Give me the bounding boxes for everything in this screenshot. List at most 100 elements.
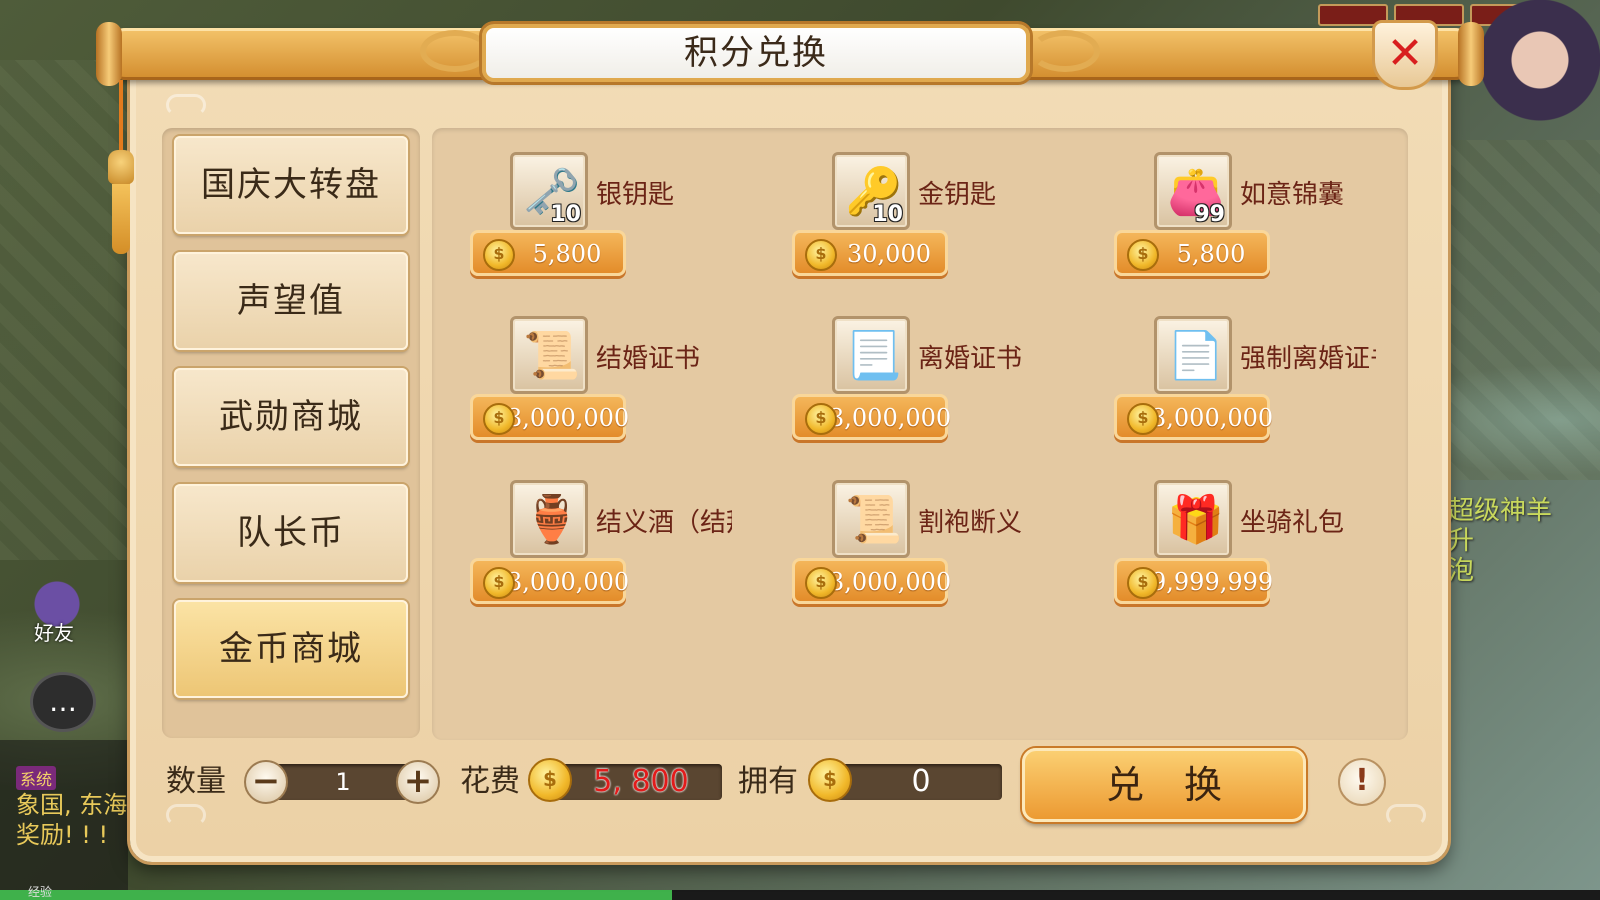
price-tag: $ 3,000,000 (1114, 394, 1274, 440)
owned-value: 0 (911, 764, 931, 799)
item-count: 99 (1194, 202, 1225, 227)
marriage-scroll-icon: 📜 (510, 316, 588, 394)
quantity-label: 数量 (166, 764, 226, 799)
world-announcement: 超级神羊 升 泡 (1448, 496, 1552, 586)
plus-icon: + (403, 761, 433, 801)
coin-icon: $ (528, 758, 572, 802)
item-glyph: 📜 (845, 492, 903, 546)
item-silver-key[interactable]: 🗝️ 10 银钥匙 $ 5,800 (432, 128, 732, 276)
plus-button[interactable]: + (396, 760, 440, 804)
exchange-button[interactable]: 兑换 (1022, 748, 1306, 822)
price-tag: $ 3,000,000 (792, 394, 952, 440)
close-button[interactable]: ✕ (1372, 20, 1438, 90)
silver-key-icon: 🗝️ 10 (510, 152, 588, 230)
forced-divorce-paper-icon: 📄 (1154, 316, 1232, 394)
friend-button[interactable]: 好友 (22, 574, 92, 646)
rod-cap (1458, 22, 1484, 86)
price-tag: $ 3,000,000 (470, 558, 630, 604)
item-marriage-certificate[interactable]: 📜 结婚证书 $ 3,000,000 (432, 292, 732, 440)
cost-value: 5, 800 (593, 764, 689, 799)
price-tag: $ 5,800 (470, 230, 626, 276)
item-forced-divorce-certificate[interactable]: 📄 强制离婚证书 $ 3,000,000 (1076, 292, 1376, 440)
item-price: 3,000,000 (829, 404, 952, 432)
exclamation-icon: ! (1355, 763, 1369, 798)
title-plate: 积分兑换 (482, 24, 1030, 82)
item-name: 金钥匙 (918, 180, 997, 210)
dialog-title: 积分兑换 (684, 33, 828, 73)
announcement-line: 泡 (1448, 556, 1475, 586)
item-price: 3,000,000 (507, 404, 630, 432)
item-glyph: 📃 (845, 328, 903, 382)
price-tag: $ 3,000,000 (792, 558, 952, 604)
item-lucky-pouch[interactable]: 👛 99 如意锦囊 $ 5,800 (1076, 128, 1376, 276)
coin-icon: $ (805, 239, 837, 271)
item-glyph: 🏺 (523, 492, 581, 546)
tassel-string (119, 80, 123, 150)
coin-icon: $ (483, 403, 515, 435)
item-mount-gift-bag[interactable]: 🎁 坐骑礼包 $ 9,999,999 (1076, 456, 1376, 604)
price-tag: $ 5,800 (1114, 230, 1270, 276)
tassel-fringe (112, 184, 130, 254)
tab-gold-shop[interactable]: 金币商城 (174, 600, 408, 698)
tassel-ornament (108, 80, 134, 270)
item-price: 5,800 (1176, 240, 1246, 268)
item-name: 如意锦囊 (1240, 180, 1345, 210)
item-price: 30,000 (847, 240, 931, 268)
price-tag: $ 9,999,999 (1114, 558, 1274, 604)
item-name: 结义酒（结拜） (596, 508, 732, 538)
tab-reputation[interactable]: 声望值 (174, 252, 408, 350)
owned-label: 拥有 (738, 764, 798, 799)
quantity-value[interactable]: 1 (298, 764, 388, 800)
coin-icon: $ (805, 403, 837, 435)
chat-line: 象国, 东海 (16, 791, 128, 819)
item-count: 10 (550, 202, 581, 227)
item-price: 9,999,999 (1151, 568, 1274, 596)
announcement-line: 超级神羊 (1448, 496, 1553, 526)
experience-fill (0, 890, 672, 900)
cloud-ornament (166, 94, 206, 116)
tab-merit-shop[interactable]: 武勋商城 (174, 368, 408, 466)
chat-bubble-icon[interactable]: … (30, 672, 96, 732)
minus-button[interactable]: − (244, 760, 288, 804)
info-button[interactable]: ! (1338, 758, 1386, 806)
mount-gift-bag-icon: 🎁 (1154, 480, 1232, 558)
gold-key-icon: 🔑 10 (832, 152, 910, 230)
item-price: 3,000,000 (507, 568, 630, 596)
coin-icon: $ (1127, 567, 1159, 599)
item-name: 银钥匙 (596, 180, 675, 210)
item-break-oath[interactable]: 📜 割袍断义 $ 3,000,000 (754, 456, 1054, 604)
player-portrait[interactable] (1480, 0, 1600, 130)
item-name: 结婚证书 (596, 344, 701, 374)
rod-cap (96, 22, 122, 86)
break-oath-scroll-icon: 📜 (832, 480, 910, 558)
system-tag: 系统 (16, 766, 57, 790)
item-name: 离婚证书 (918, 344, 1023, 374)
item-sworn-wine[interactable]: 🏺 结义酒（结拜） $ 3,000,000 (432, 456, 732, 604)
item-gold-key[interactable]: 🔑 10 金钥匙 $ 30,000 (754, 128, 1054, 276)
item-price: 3,000,000 (829, 568, 952, 596)
category-tab-panel: 国庆大转盘 声望值 武勋商城 队长币 金币商城 (162, 128, 420, 738)
experience-bar: 经验 (0, 885, 1600, 900)
tab-national-day-wheel[interactable]: 国庆大转盘 (174, 136, 408, 234)
item-glyph: 🎁 (1167, 492, 1225, 546)
item-price: 3,000,000 (1151, 404, 1274, 432)
item-price: 5,800 (532, 240, 602, 268)
item-glyph: 📜 (523, 328, 581, 382)
bell-icon (108, 150, 134, 184)
item-glyph: 📄 (1167, 328, 1225, 382)
item-name: 割袍断义 (918, 508, 1023, 538)
background-tile-right (1450, 140, 1600, 480)
coin-icon: $ (483, 567, 515, 599)
coin-icon: $ (483, 239, 515, 271)
price-tag: $ 3,000,000 (470, 394, 630, 440)
tab-captain-coin[interactable]: 队长币 (174, 484, 408, 582)
cost-label: 花费 (460, 764, 520, 799)
item-count: 10 (872, 202, 903, 227)
item-divorce-certificate[interactable]: 📃 离婚证书 $ 3,000,000 (754, 292, 1054, 440)
item-grid: 🗝️ 10 银钥匙 $ 5,800 🔑 10 金钥匙 $ 30,000 👛 99… (432, 128, 1408, 740)
coin-icon: $ (808, 758, 852, 802)
friend-label: 好友 (34, 621, 74, 645)
experience-label: 经验 (28, 885, 53, 899)
item-name: 坐骑礼包 (1240, 508, 1345, 538)
coin-icon: $ (805, 567, 837, 599)
